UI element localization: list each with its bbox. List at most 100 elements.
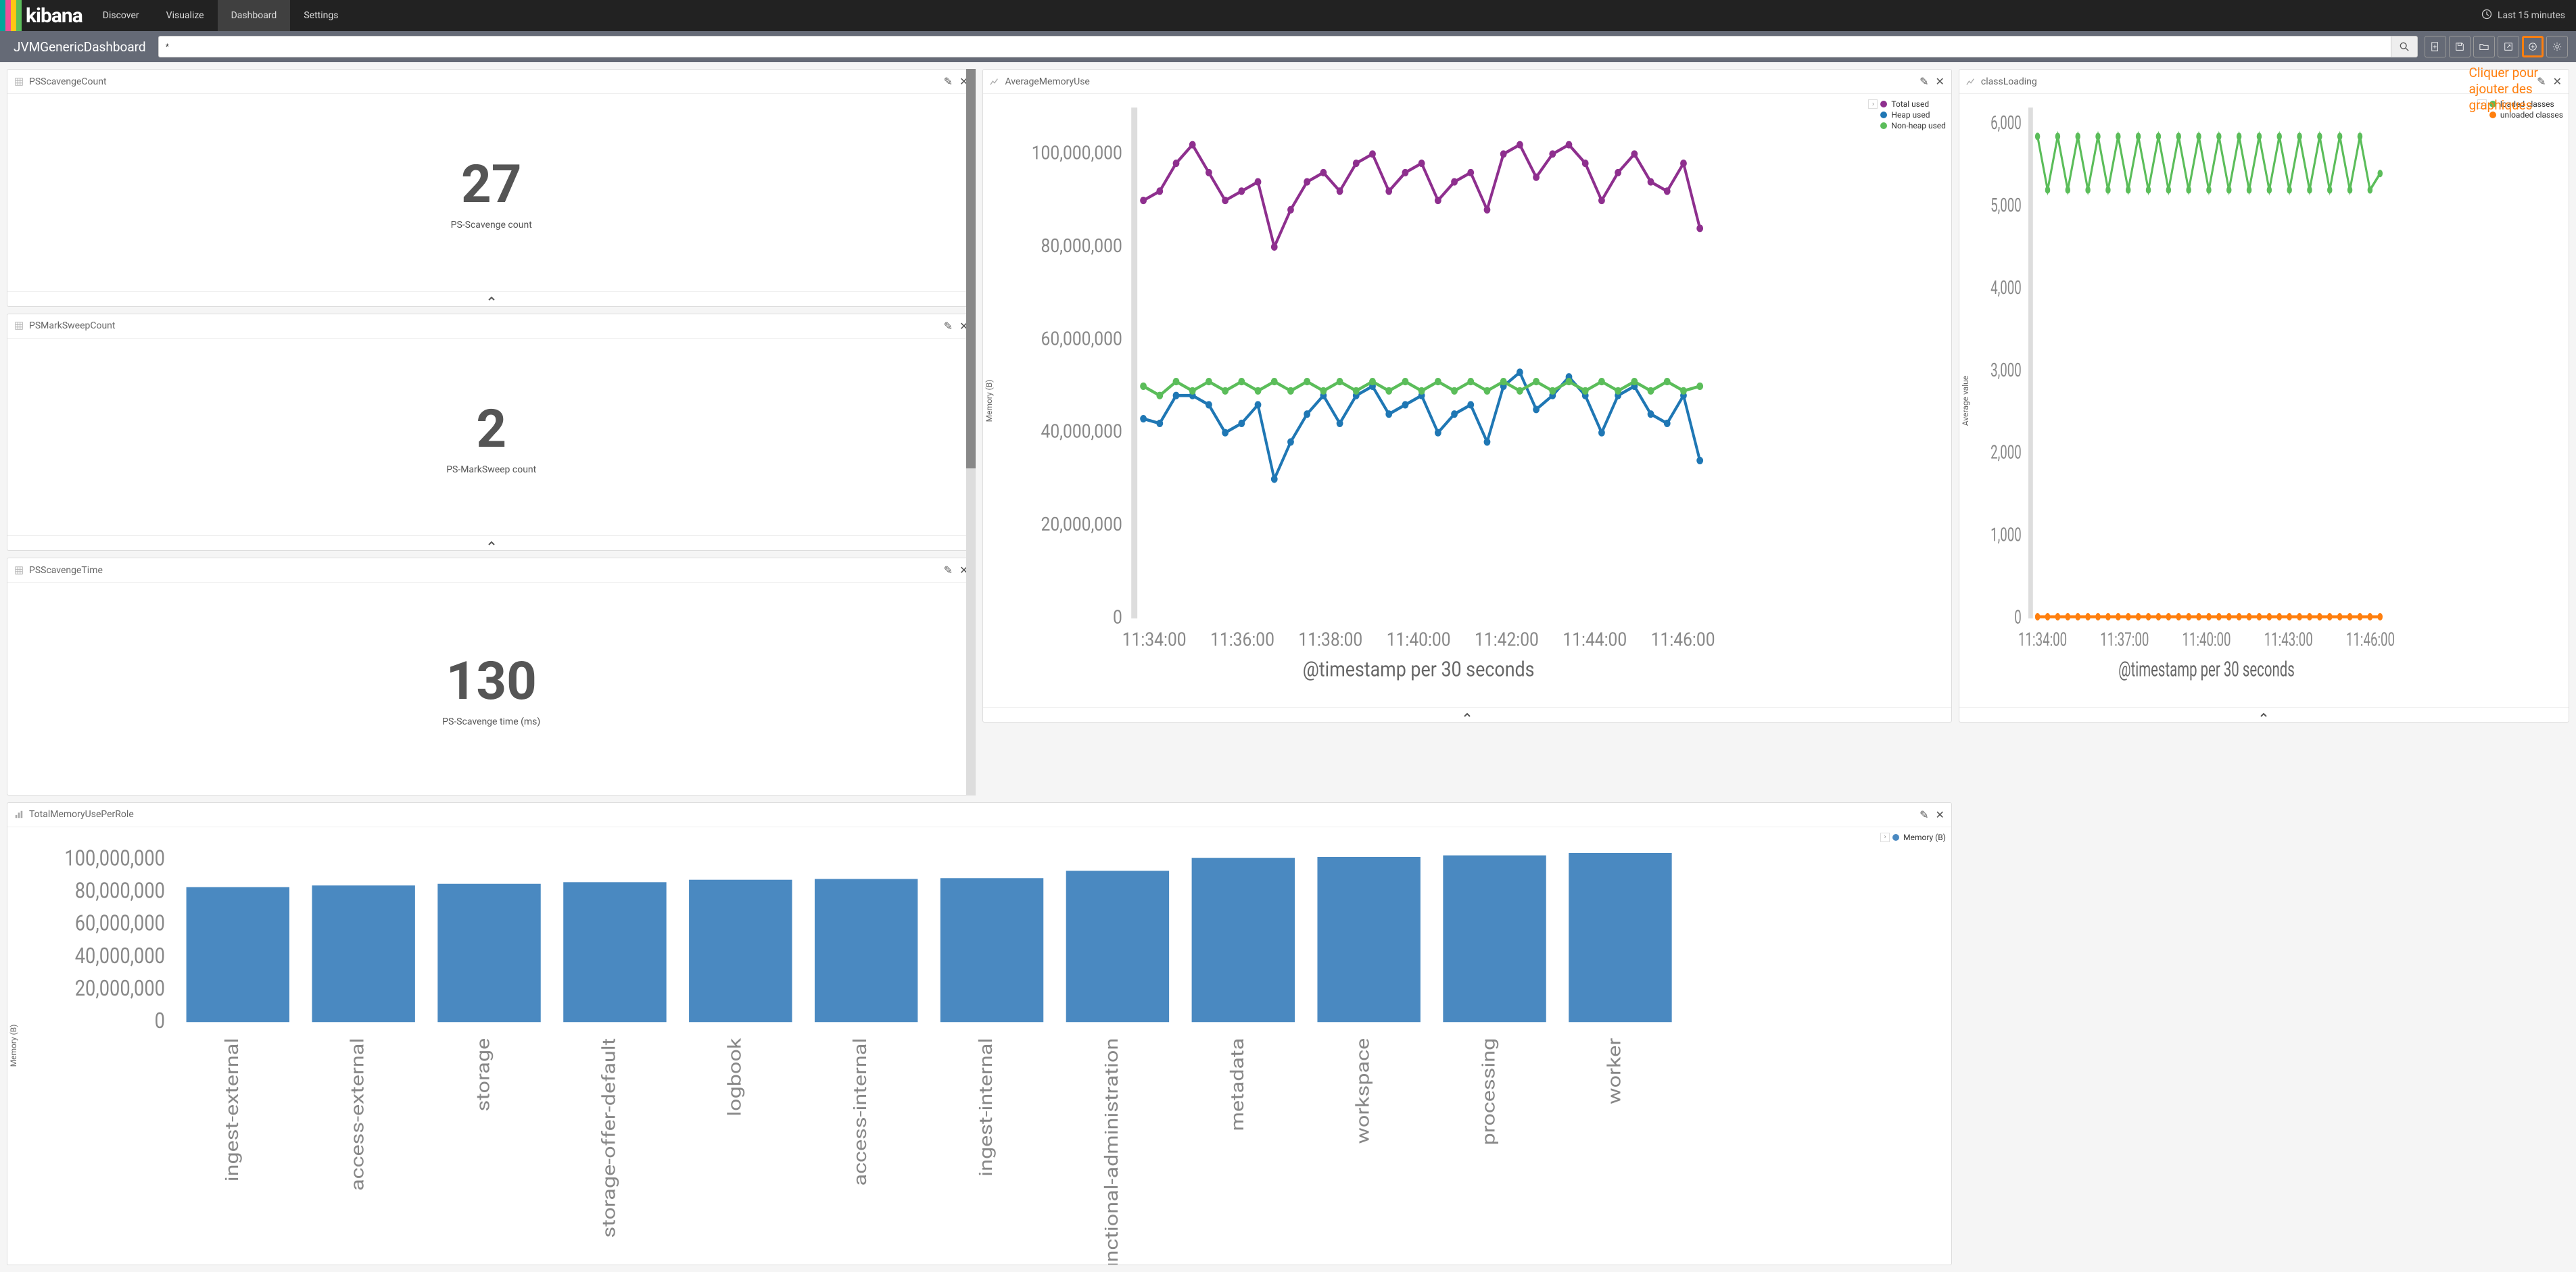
search-input[interactable]	[158, 36, 2391, 57]
edit-icon[interactable]: ✎	[1919, 75, 1928, 88]
expand-toggle[interactable]	[7, 291, 975, 306]
edit-icon[interactable]: ✎	[1919, 808, 1928, 821]
y-axis-label: Average value	[1961, 375, 1970, 425]
y-axis-label: Memory (B)	[984, 379, 994, 422]
panel-average-memory: AverageMemoryUse ✎ ✕ Memory (B) 0 20,000,…	[982, 69, 1951, 723]
options-button[interactable]	[2546, 36, 2568, 57]
legend-collapse-icon[interactable]: ›	[1868, 99, 1878, 109]
add-visualization-button[interactable]	[2522, 36, 2544, 57]
svg-text:logbook: logbook	[724, 1037, 746, 1117]
panel-header: AverageMemoryUse ✎ ✕	[983, 70, 1951, 94]
svg-text:11:38:00: 11:38:00	[1299, 629, 1363, 651]
open-button[interactable]	[2473, 36, 2495, 57]
edit-icon[interactable]: ✎	[2537, 75, 2546, 88]
panel-total-memory-role: TotalMemoryUsePerRole ✎✕ Memory (B) 020,…	[7, 802, 1952, 1265]
svg-text:worker: worker	[1604, 1038, 1625, 1104]
svg-text:11:34:00: 11:34:00	[2018, 629, 2067, 651]
panel-title: PSScavengeCount	[29, 76, 944, 87]
time-picker[interactable]: Last 15 minutes	[2481, 9, 2576, 22]
legend-item[interactable]: Heap used	[1880, 110, 1946, 120]
legend-label: Heap used	[1891, 110, 1930, 120]
nav-tab-dashboard[interactable]: Dashboard	[218, 0, 291, 31]
svg-text:6,000: 6,000	[1990, 112, 2022, 134]
legend-collapse-icon[interactable]: ›	[1880, 833, 1890, 842]
legend: › Memory (B)	[1880, 830, 1949, 846]
svg-text:0: 0	[2014, 606, 2022, 629]
close-icon[interactable]: ✕	[2553, 75, 2562, 88]
scrollbar[interactable]	[966, 69, 976, 796]
metric-icon	[14, 321, 24, 331]
time-picker-label: Last 15 minutes	[2498, 10, 2565, 21]
panel-body: Average value 01,0002,0003,0004,0005,000…	[1959, 94, 2569, 707]
svg-text:3,000: 3,000	[1990, 359, 2022, 381]
new-dashboard-button[interactable]	[2425, 36, 2446, 57]
toolbar-buttons	[2425, 36, 2568, 57]
panel-header: PSScavengeTime ✎✕	[7, 558, 975, 583]
nav-tab-settings[interactable]: Settings	[290, 0, 352, 31]
panel-ps-scavenge-count: PSScavengeCount ✎✕ 27 PS-Scavenge count	[7, 69, 976, 307]
svg-text:20,000,000: 20,000,000	[75, 976, 165, 1002]
legend-item[interactable]: Non-heap used	[1880, 121, 1946, 130]
panel-actions: ✎ ✕	[1919, 75, 1945, 88]
svg-text:2,000: 2,000	[1990, 441, 2022, 464]
share-button[interactable]	[2498, 36, 2519, 57]
expand-toggle[interactable]	[7, 535, 975, 550]
svg-text:60,000,000: 60,000,000	[1041, 328, 1122, 350]
svg-text:ingest-external: ingest-external	[221, 1038, 243, 1181]
metric-icon	[14, 566, 24, 575]
svg-text:11:46:00: 11:46:00	[1651, 629, 1715, 651]
edit-icon[interactable]: ✎	[944, 75, 953, 88]
logo-stripes	[0, 0, 22, 31]
legend-item[interactable]: Memory (B)	[1892, 833, 1946, 842]
svg-text:1,000: 1,000	[1990, 524, 2022, 546]
dashboard-grid: AverageMemoryUse ✎ ✕ Memory (B) 020,000,…	[0, 62, 2576, 1272]
save-button[interactable]	[2449, 36, 2471, 57]
panel-ps-scavenge-time: PSScavengeTime ✎✕ 130 PS-Scavenge time (…	[7, 558, 976, 796]
legend-item[interactable]: Total used	[1880, 99, 1946, 109]
edit-icon[interactable]: ✎	[944, 564, 953, 577]
legend-dot-icon	[1880, 101, 1887, 107]
svg-text:11:44:00: 11:44:00	[1563, 629, 1627, 651]
svg-text:storage: storage	[473, 1038, 494, 1112]
legend-dot-icon	[1892, 834, 1899, 841]
svg-text:0: 0	[155, 1008, 165, 1034]
svg-text:storage-offer-default: storage-offer-default	[598, 1038, 620, 1238]
svg-text:80,000,000: 80,000,000	[1041, 236, 1122, 258]
panel-header: TotalMemoryUsePerRole ✎ ✕	[7, 803, 1951, 827]
search-button[interactable]	[2391, 36, 2418, 57]
svg-text:80,000,000: 80,000,000	[75, 878, 165, 904]
panel-body: Memory (B) 020,000,00040,000,00060,000,0…	[7, 827, 1951, 1265]
panel-header: PSMarkSweepCount ✎✕	[7, 314, 975, 339]
metric-body: 130 PS-Scavenge time (ms)	[7, 583, 975, 795]
expand-toggle[interactable]	[983, 707, 1951, 722]
expand-toggle[interactable]	[1959, 707, 2569, 722]
edit-icon[interactable]: ✎	[944, 320, 953, 333]
dashboard-name: JVMGenericDashboard	[8, 39, 151, 55]
svg-text:40,000,000: 40,000,000	[75, 944, 165, 969]
legend-label: Total used	[1891, 99, 1929, 109]
metric-label: PS-Scavenge count	[451, 220, 532, 230]
close-icon[interactable]: ✕	[1936, 75, 1945, 88]
chart-svg: 020,000,00040,000,00060,000,00080,000,00…	[7, 827, 1951, 1265]
svg-text:@timestamp per 30 seconds: @timestamp per 30 seconds	[2118, 658, 2294, 682]
legend: › Total usedHeap usedNon-heap used	[1868, 97, 1949, 134]
chevron-up-icon	[2260, 711, 2268, 719]
close-icon[interactable]: ✕	[1936, 808, 1945, 821]
line-chart-icon	[1966, 77, 1976, 87]
svg-text:11:34:00: 11:34:00	[1122, 629, 1187, 651]
svg-text:0: 0	[1113, 607, 1122, 629]
chevron-up-icon	[487, 295, 496, 303]
panel-title: TotalMemoryUsePerRole	[29, 809, 1919, 820]
svg-text:metadata: metadata	[1226, 1038, 1248, 1131]
nav-tab-discover[interactable]: Discover	[89, 0, 153, 31]
svg-text:11:40:00: 11:40:00	[2182, 629, 2231, 651]
kibana-logo: kibana	[0, 0, 89, 31]
legend-dot-icon	[1880, 112, 1887, 118]
svg-text:11:42:00: 11:42:00	[1475, 629, 1540, 651]
svg-text:100,000,000: 100,000,000	[64, 846, 165, 871]
svg-text:40,000,000: 40,000,000	[1041, 421, 1122, 443]
legend-label: Memory (B)	[1903, 833, 1946, 842]
svg-text:@timestamp per 30 seconds: @timestamp per 30 seconds	[1303, 657, 1535, 681]
svg-text:20,000,000: 20,000,000	[1041, 514, 1122, 536]
nav-tab-visualize[interactable]: Visualize	[153, 0, 218, 31]
